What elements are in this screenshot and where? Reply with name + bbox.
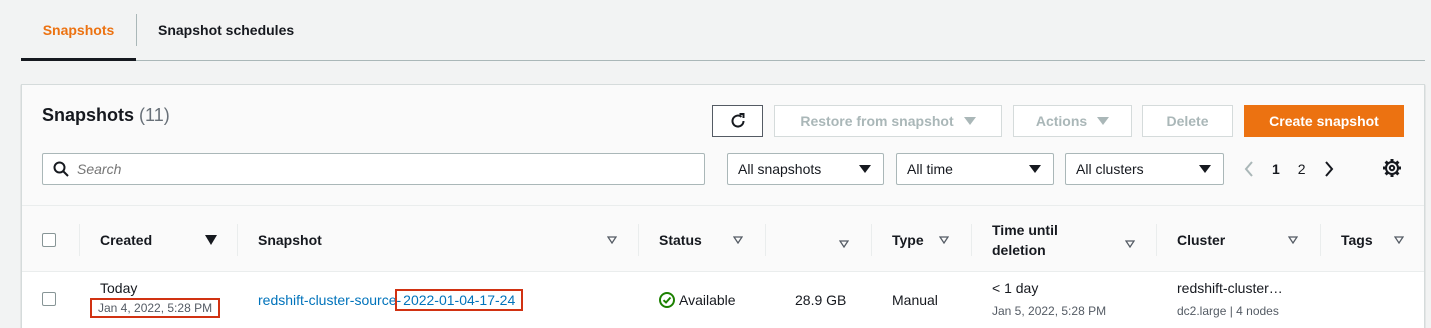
deletion-date: Jan 5, 2022, 5:28 PM [992, 304, 1107, 318]
cluster-name[interactable]: redshift-cluster… [1177, 280, 1283, 296]
table-row: Today Jan 4, 2022, 5:28 PM redshift-clus… [22, 272, 1424, 328]
refresh-button[interactable] [712, 105, 763, 137]
snapshot-type: Manual [892, 292, 938, 308]
select-all-cell [42, 206, 56, 273]
sort-icon[interactable] [1394, 236, 1404, 244]
table-header: Created Snapshot Status Type Time until … [22, 205, 1424, 272]
column-divider [765, 224, 766, 256]
pagination: 1 2 [1244, 153, 1334, 185]
column-divider [1156, 224, 1157, 256]
column-divider [79, 224, 80, 256]
caret-down-icon [1199, 165, 1211, 173]
column-tags[interactable]: Tags [1341, 206, 1373, 273]
tab-snapshot-schedules[interactable]: Snapshot schedules [158, 0, 294, 61]
refresh-icon [731, 113, 745, 128]
created-date: Jan 4, 2022, 5:28 PM [90, 298, 221, 318]
panel-title: Snapshots (11) [42, 105, 170, 126]
column-snapshot[interactable]: Snapshot [258, 206, 322, 273]
sort-descending-icon[interactable] [205, 235, 217, 245]
column-divider [1320, 224, 1321, 256]
column-cluster[interactable]: Cluster [1177, 206, 1225, 273]
gear-icon[interactable] [1382, 158, 1402, 178]
select-all-checkbox[interactable] [42, 232, 56, 247]
cluster-detail: dc2.large | 4 nodes [1177, 304, 1279, 318]
search-icon [53, 161, 69, 177]
time-filter-value: All time [907, 161, 953, 177]
cluster-filter-select[interactable]: All clusters [1065, 153, 1224, 185]
snapshot-count: (11) [139, 105, 170, 125]
snapshot-size: 28.9 GB [795, 292, 847, 308]
column-time-until-line2: deletion [992, 241, 1046, 258]
caret-down-icon [859, 165, 871, 173]
tab-snapshots[interactable]: Snapshots [21, 0, 136, 61]
column-divider [871, 224, 872, 256]
column-divider [638, 224, 639, 256]
column-status[interactable]: Status [659, 206, 702, 273]
caret-down-icon [1029, 165, 1041, 173]
status-text: Available [679, 292, 736, 308]
sort-icon[interactable] [733, 236, 743, 244]
column-divider [237, 224, 238, 256]
snapshot-filter-select[interactable]: All snapshots [727, 153, 884, 185]
page-current[interactable]: 1 [1272, 161, 1280, 177]
actions-label: Actions [1035, 113, 1088, 129]
panel-title-text: Snapshots [42, 105, 135, 125]
column-divider [971, 224, 972, 256]
tab-bar: Snapshots Snapshot schedules [21, 0, 1425, 61]
actions-button[interactable]: Actions [1013, 105, 1132, 137]
create-snapshot-button[interactable]: Create snapshot [1244, 105, 1404, 137]
sort-icon[interactable] [839, 240, 849, 248]
sort-icon[interactable] [1125, 240, 1135, 248]
chevron-right-icon[interactable] [1324, 161, 1334, 177]
caret-down-icon [963, 117, 976, 125]
chevron-left-icon[interactable] [1244, 161, 1254, 177]
snapshots-panel: Snapshots (11) Restore from snapshot Act… [21, 84, 1425, 328]
column-time-until-line1: Time until [992, 221, 1058, 238]
snapshot-filter-value: All snapshots [738, 161, 822, 177]
sort-icon[interactable] [607, 236, 617, 244]
snapshot-name-suffix: 2022-01-04-17-24 [395, 289, 524, 311]
row-checkbox[interactable] [42, 292, 56, 306]
delete-button[interactable]: Delete [1142, 105, 1233, 137]
search-input[interactable] [77, 161, 657, 177]
time-filter-select[interactable]: All time [896, 153, 1054, 185]
search-box [42, 153, 705, 185]
snapshot-name-link[interactable]: redshift-cluster-source- 2022-01-04-17-2… [258, 289, 524, 311]
column-time-until-deletion[interactable]: Time until deletion [992, 206, 1058, 273]
restore-label: Restore from snapshot [800, 113, 954, 129]
cluster-filter-value: All clusters [1076, 161, 1144, 177]
restore-from-snapshot-button[interactable]: Restore from snapshot [774, 105, 1002, 137]
page-next[interactable]: 2 [1298, 161, 1306, 177]
deletion-time: < 1 day [992, 280, 1039, 296]
sort-icon[interactable] [1288, 236, 1298, 244]
tab-divider [136, 14, 137, 46]
created-day: Today [100, 280, 138, 296]
column-type[interactable]: Type [892, 206, 924, 273]
column-created[interactable]: Created [100, 206, 152, 273]
snapshot-name-prefix: redshift-cluster-source- [258, 292, 402, 308]
sort-icon[interactable] [939, 236, 949, 244]
status-cell: Available [659, 292, 736, 308]
caret-down-icon [1097, 117, 1110, 125]
success-icon [659, 292, 675, 308]
